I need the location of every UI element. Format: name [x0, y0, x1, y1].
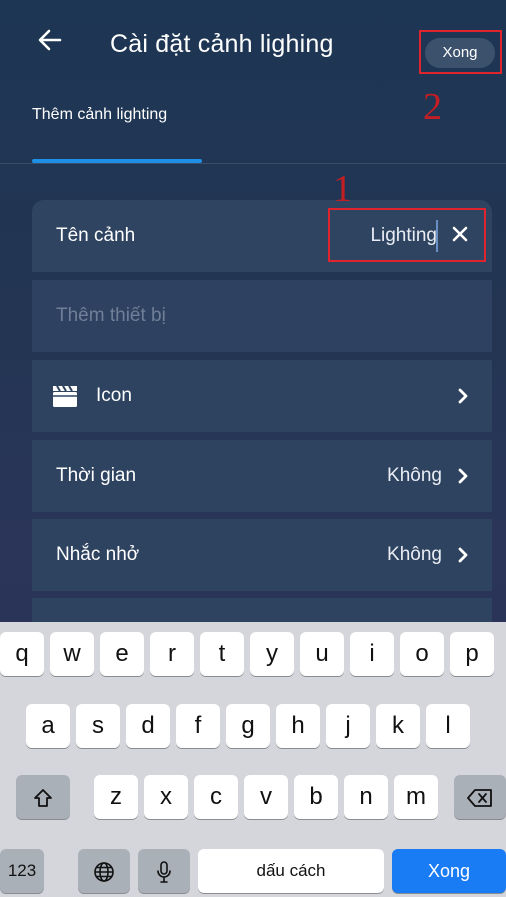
reminder-label: Nhắc nhở — [56, 544, 140, 565]
key-g[interactable]: g — [226, 704, 270, 748]
clear-icon[interactable] — [450, 224, 470, 244]
key-h[interactable]: h — [276, 704, 320, 748]
chevron-right-icon — [458, 547, 468, 563]
return-key[interactable]: Xong — [392, 849, 506, 893]
language-key[interactable] — [78, 849, 130, 893]
time-value: Không — [387, 465, 442, 486]
chevron-right-icon — [458, 468, 468, 484]
reminder-row[interactable]: Nhắc nhở Không — [32, 519, 492, 591]
add-device-placeholder: Thêm thiết bị — [56, 305, 166, 326]
arrow-left-icon — [38, 29, 62, 51]
key-j[interactable]: j — [326, 704, 370, 748]
backspace-icon — [467, 788, 492, 807]
on-screen-keyboard: 123 dấu cách Xong qwertyuiop asdfghjkl zxc… — [0, 622, 506, 897]
time-label: Thời gian — [56, 465, 137, 486]
reminder-value: Không — [387, 544, 442, 565]
time-row[interactable]: Thời gian Không — [32, 440, 492, 512]
key-z[interactable]: z — [94, 775, 138, 819]
key-f[interactable]: f — [176, 704, 220, 748]
key-c[interactable]: c — [194, 775, 238, 819]
microphone-key[interactable] — [138, 849, 190, 893]
tab-add-scene[interactable]: Thêm cảnh lighting — [32, 106, 167, 124]
key-t[interactable]: t — [200, 632, 244, 676]
key-y[interactable]: y — [250, 632, 294, 676]
key-i[interactable]: i — [350, 632, 394, 676]
key-u[interactable]: u — [300, 632, 344, 676]
scene-name-row[interactable]: Tên cảnh Lighting — [32, 200, 492, 272]
annotation-number-1: 1 — [333, 168, 352, 210]
key-e[interactable]: e — [100, 632, 144, 676]
key-r[interactable]: r — [150, 632, 194, 676]
numbers-key[interactable]: 123 — [0, 849, 44, 893]
shift-key[interactable] — [16, 775, 70, 819]
page-title: Cài đặt cảnh lighing — [110, 30, 334, 58]
key-s[interactable]: s — [76, 704, 120, 748]
space-key[interactable]: dấu cách — [198, 849, 384, 893]
key-m[interactable]: m — [394, 775, 438, 819]
icon-label: Icon — [96, 385, 132, 406]
scene-settings-screen: Cài đặt cảnh lighing Xong 2 Thêm cảnh li… — [0, 0, 506, 897]
key-o[interactable]: o — [400, 632, 444, 676]
clapperboard-icon — [52, 384, 78, 408]
shift-icon — [34, 788, 52, 807]
key-a[interactable]: a — [26, 704, 70, 748]
globe-icon — [94, 861, 114, 882]
done-button[interactable]: Xong — [425, 38, 495, 68]
add-device-row[interactable]: Thêm thiết bị — [32, 280, 492, 352]
key-d[interactable]: d — [126, 704, 170, 748]
key-l[interactable]: l — [426, 704, 470, 748]
backspace-key[interactable] — [454, 775, 506, 819]
icon-row[interactable]: Icon — [32, 360, 492, 432]
scene-name-label: Tên cảnh — [56, 225, 136, 246]
key-q[interactable]: q — [0, 632, 44, 676]
header: Cài đặt cảnh lighing Xong 2 Thêm cảnh li… — [0, 0, 506, 165]
key-w[interactable]: w — [50, 632, 94, 676]
tab-divider — [0, 163, 506, 164]
key-v[interactable]: v — [244, 775, 288, 819]
key-b[interactable]: b — [294, 775, 338, 819]
key-n[interactable]: n — [344, 775, 388, 819]
microphone-icon — [157, 860, 171, 883]
key-k[interactable]: k — [376, 704, 420, 748]
key-x[interactable]: x — [144, 775, 188, 819]
chevron-right-icon — [458, 388, 468, 404]
back-button[interactable] — [36, 26, 76, 66]
scene-name-input[interactable]: Lighting — [370, 200, 437, 272]
text-caret — [436, 220, 438, 252]
annotation-number-2: 2 — [423, 86, 442, 128]
key-p[interactable]: p — [450, 632, 494, 676]
